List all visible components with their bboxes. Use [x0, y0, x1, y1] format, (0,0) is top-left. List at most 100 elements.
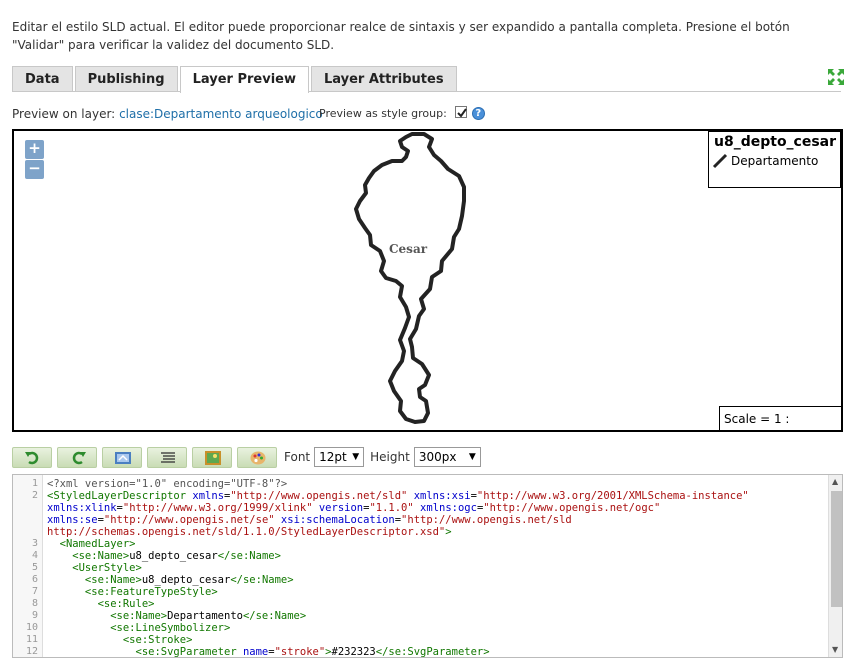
line-number: 7 — [31, 586, 38, 597]
code-token: u8_depto_cesar — [129, 550, 218, 562]
code-line: <se:Name>Departamento</se:Name> — [47, 610, 306, 622]
code-token: xmlns:se — [47, 514, 98, 526]
code-line: <se:Stroke> — [47, 634, 193, 646]
tab-data[interactable]: Data — [12, 66, 73, 92]
style-group-label: Preview as style group: — [319, 107, 447, 120]
help-icon[interactable]: ? — [471, 107, 485, 120]
code-token: xmlns:xsi — [413, 490, 471, 502]
tab-layer-preview[interactable]: Layer Preview — [179, 66, 309, 93]
height-select[interactable]: 300px ▼ — [413, 447, 481, 467]
code-line: <NamedLayer> — [47, 538, 136, 550]
redo-button[interactable] — [57, 446, 97, 468]
code-line: xmlns:se="http://www.opengis.net/se" xsi… — [47, 514, 572, 526]
line-number: 6 — [31, 574, 38, 585]
code-token: </se:Name> — [242, 610, 307, 622]
legend-title: u8_depto_cesar — [714, 134, 837, 150]
reformat-icon — [161, 451, 175, 463]
editor-description: Editar el estilo SLD actual. El editor p… — [12, 20, 790, 52]
chevron-down-icon: ▼ — [468, 452, 476, 462]
palette-icon — [250, 451, 266, 464]
code-token: "http://www.w3.org/2001/XMLSchema-instan… — [476, 490, 749, 502]
font-size-value: 12pt — [319, 450, 347, 464]
code-token: <NamedLayer> — [47, 538, 136, 550]
height-label: Height — [370, 450, 410, 464]
code-token: <se:Rule> — [47, 598, 155, 610]
goto-line-icon — [115, 451, 131, 464]
code-line: <se:Name>u8_depto_cesar</se:Name> — [47, 574, 294, 586]
palette-button[interactable] — [237, 446, 277, 468]
line-number: 1 — [31, 478, 38, 489]
code-token: <se:Name> — [47, 550, 130, 562]
line-symbol-icon — [712, 153, 728, 169]
height-value: 300px — [418, 450, 457, 464]
line-number: 12 — [25, 646, 38, 657]
editor-scrollbar[interactable]: ▲ ▼ — [828, 475, 842, 657]
tab-divider — [12, 91, 841, 92]
line-number: 10 — [25, 622, 38, 633]
code-token: http://schemas.opengis.net/sld/1.1.0/Sty… — [47, 526, 446, 538]
map-preview[interactable]: + − Cesar u8_depto_cesar Departamento Sc… — [12, 129, 843, 432]
code-token: "stroke" — [274, 646, 326, 658]
code-token: name — [242, 646, 269, 658]
image-icon — [205, 450, 221, 465]
preview-layer-link[interactable]: clase:Departamento arqueologico — [119, 107, 323, 121]
undo-button[interactable] — [12, 446, 52, 468]
code-token: </se:Name> — [230, 574, 294, 586]
code-token: u8_depto_cesar — [141, 574, 231, 586]
code-token: "http://www.opengis.net/ogc" — [483, 502, 661, 514]
code-line: <se:Rule> — [47, 598, 155, 610]
redo-icon — [72, 451, 86, 464]
undo-icon — [25, 451, 39, 464]
line-number-gutter: 1 2 3 4 5 6 7 8 9 10 11 12 — [13, 475, 43, 657]
code-token: <se:Name> — [47, 574, 142, 586]
code-line: <StyledLayerDescriptor xmlns="http://www… — [47, 490, 749, 502]
sld-code-editor[interactable]: 1 2 3 4 5 6 7 8 9 10 11 12 <?xml version="1.0" enco… — [12, 474, 843, 658]
code-line: xmlns:xlink="http://www.w3.org/1999/xlin… — [47, 502, 660, 514]
font-label: Font — [284, 450, 311, 464]
preview-layer-row: Preview on layer: clase:Departamento arq… — [12, 107, 323, 121]
image-button[interactable] — [192, 446, 232, 468]
font-size-select[interactable]: 12pt ▼ — [314, 447, 365, 467]
code-token: <se:SvgParameter — [47, 646, 243, 658]
line-number: 9 — [31, 610, 38, 621]
code-token: Departamento — [167, 610, 243, 622]
code-token: xmlns:ogc — [420, 502, 477, 514]
tab-publishing[interactable]: Publishing — [74, 66, 178, 92]
code-token: "1.1.0" — [369, 502, 414, 514]
code-token: version — [318, 502, 364, 514]
code-token: <se:Stroke> — [47, 634, 193, 646]
fullscreen-icon[interactable] — [828, 69, 844, 85]
code-line: <UserStyle> — [47, 562, 142, 574]
code-token: xmlns — [192, 490, 225, 502]
style-group-checkbox[interactable] — [454, 105, 467, 118]
code-token: <se:LineSymbolizer> — [47, 622, 231, 634]
scroll-up-icon[interactable]: ▲ — [832, 477, 838, 486]
line-number: 3 — [31, 538, 38, 549]
line-number: 8 — [31, 598, 38, 609]
code-token: <UserStyle> — [47, 562, 142, 574]
line-number: 2 — [31, 490, 38, 501]
map-legend: u8_depto_cesar Departamento — [708, 131, 841, 188]
scrollbar-thumb[interactable] — [831, 491, 842, 607]
tab-layer-attributes[interactable]: Layer Attributes — [310, 66, 457, 92]
code-line: http://schemas.opengis.net/sld/1.1.0/Sty… — [47, 526, 452, 538]
editor-toolbar: Font 12pt ▼ Height 300px ▼ — [12, 446, 485, 468]
code-token: </se:SvgParameter> — [375, 646, 490, 658]
code-line: <se:LineSymbolizer> — [47, 622, 230, 634]
legend-item-label: Departamento — [731, 154, 819, 168]
code-token: #232323 — [331, 646, 376, 658]
line-number: 11 — [25, 634, 38, 645]
code-token: <se:FeatureTypeStyle> — [47, 586, 218, 598]
code-token: > — [445, 526, 452, 538]
feature-label: Cesar — [389, 242, 428, 256]
code-token: xmlns:xlink — [47, 502, 117, 514]
code-line: <se:FeatureTypeStyle> — [47, 586, 218, 598]
code-token: xsi:schemaLocation — [280, 514, 395, 526]
goto-line-button[interactable] — [102, 446, 142, 468]
preview-layer-label: Preview on layer: — [12, 107, 116, 121]
scroll-down-icon[interactable]: ▼ — [832, 645, 838, 654]
line-number: 4 — [31, 550, 38, 561]
code-line: <se:Name>u8_depto_cesar</se:Name> — [47, 550, 281, 562]
scale-readout: Scale = 1 : 4.362.932 — [719, 406, 841, 430]
reformat-button[interactable] — [147, 446, 187, 468]
